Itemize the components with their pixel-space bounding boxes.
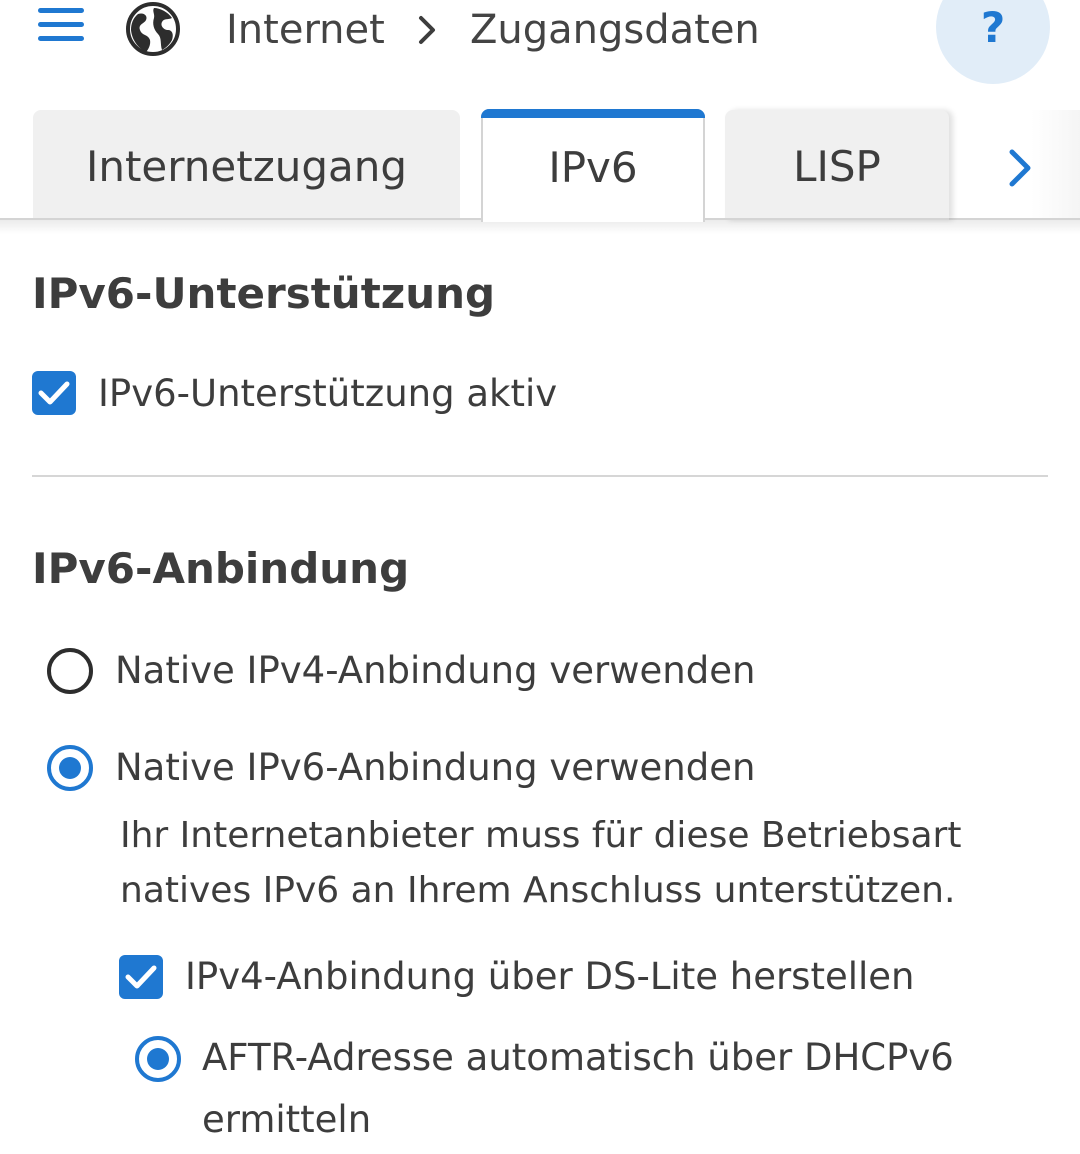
radio-aftr-auto[interactable] [135, 1036, 181, 1082]
ds-lite-checkbox[interactable] [119, 955, 163, 999]
checkmark-icon [38, 381, 70, 405]
tabs-shadow [0, 220, 1080, 234]
tab-ipv6[interactable]: IPv6 [481, 109, 705, 222]
ipv6-support-label[interactable]: IPv6-Unterstützung aktiv [98, 370, 557, 418]
tabs-scroll-right-button[interactable] [958, 110, 1080, 218]
native-ipv6-description-line: Ihr Internetanbieter muss für diese Betr… [120, 815, 962, 856]
radio-native-ipv4-label[interactable]: Native IPv4-Anbindung verwenden [115, 647, 755, 695]
section-title-connection: IPv6-Anbindung [32, 544, 410, 593]
breadcrumb-internet[interactable]: Internet [226, 4, 385, 56]
ds-lite-label[interactable]: IPv4-Anbindung über DS-Lite herstellen [185, 953, 915, 1001]
section-title-support: IPv6-Unterstützung [32, 269, 496, 318]
breadcrumb-zugangsdaten: Zugangsdaten [470, 7, 760, 53]
chevron-right-icon [1009, 149, 1031, 187]
hamburger-menu-icon[interactable] [36, 6, 86, 46]
radio-aftr-auto-label-cont[interactable]: ermitteln [202, 1096, 371, 1144]
help-button[interactable]: ? [936, 0, 1050, 84]
section-divider [32, 475, 1048, 477]
native-ipv6-description-line: natives IPv6 an Ihrem Anschluss unterstü… [120, 870, 956, 911]
tab-lisp[interactable]: LISP [725, 110, 949, 220]
radio-native-ipv4[interactable] [47, 648, 93, 694]
page: Internet Zugangsdaten ? Internetzugang I… [0, 0, 1080, 1154]
checkmark-icon [125, 965, 157, 989]
radio-aftr-auto-label[interactable]: AFTR-Adresse automatisch über DHCPv6 [202, 1034, 954, 1082]
help-icon: ? [980, 3, 1006, 52]
radio-native-ipv6[interactable] [47, 745, 93, 791]
ipv6-support-checkbox[interactable] [32, 371, 76, 415]
tab-internetzugang[interactable]: Internetzugang [33, 110, 460, 220]
radio-native-ipv6-label[interactable]: Native IPv6-Anbindung verwenden [115, 744, 755, 792]
globe-icon [126, 2, 180, 56]
chevron-right-icon [419, 16, 435, 44]
